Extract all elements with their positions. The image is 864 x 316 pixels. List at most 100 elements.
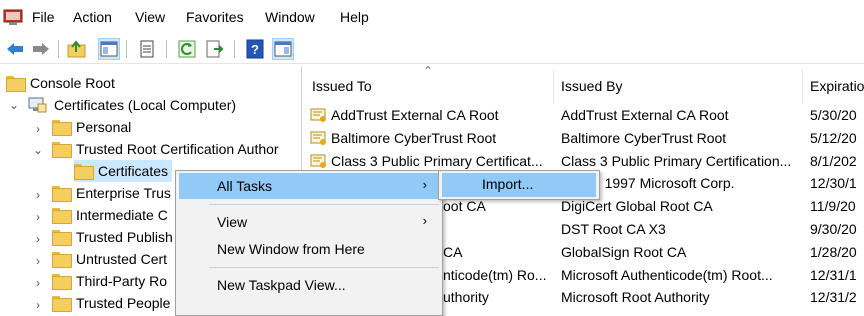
tree-node-certificates-local[interactable]: Certificates (Local Computer) — [28, 94, 236, 116]
svg-text:?: ? — [251, 42, 259, 57]
menu-help[interactable]: Help — [340, 9, 369, 25]
tree-node-label: Intermediate C — [76, 207, 168, 223]
menu-separator — [209, 204, 439, 205]
menu-item-label: View — [217, 214, 248, 230]
chevron-right-icon[interactable]: › — [32, 233, 44, 245]
column-expiration[interactable]: Expiratio — [810, 78, 864, 94]
chevron-down-icon[interactable]: ⌄ — [8, 99, 20, 111]
cell-expiration: 9/30/20 — [810, 221, 857, 237]
column-divider[interactable] — [553, 70, 554, 104]
properties-icon[interactable] — [136, 38, 158, 60]
cell-expiration: 12/31/2 — [810, 289, 857, 306]
menu-item-view[interactable]: View › — [179, 209, 439, 235]
chevron-right-icon: › — [422, 177, 427, 192]
toolbar-separator — [166, 40, 167, 58]
tree-node-enterprise-trust[interactable]: Enterprise Trus — [52, 182, 171, 204]
menu-favorites[interactable]: Favorites — [186, 9, 244, 25]
chevron-right-icon[interactable]: › — [32, 299, 44, 311]
cell-issued-by: Microsoft Authenticode(tm) Root... — [561, 266, 773, 283]
refresh-icon[interactable] — [176, 38, 198, 60]
tree-node-label: Trusted Root Certification Author — [76, 141, 279, 157]
menu-item-label: New Taskpad View... — [217, 277, 346, 293]
cell-expiration: 8/1/202 — [810, 152, 857, 169]
menu-item-new-window[interactable]: New Window from Here — [179, 236, 439, 262]
tree-node-label: Enterprise Trus — [76, 185, 171, 201]
tree-node-personal[interactable]: Personal — [52, 116, 131, 138]
cell-issued-to: uthority — [443, 289, 489, 306]
menu-item-label: All Tasks — [217, 178, 272, 194]
column-issued-by[interactable]: Issued By — [561, 78, 622, 94]
menu-item-new-taskpad[interactable]: New Taskpad View... — [179, 272, 439, 298]
show-hide-tree-icon[interactable] — [98, 38, 120, 60]
action-pane-icon[interactable] — [272, 38, 294, 60]
menu-action[interactable]: Action — [73, 9, 112, 25]
tree-node-label: Certificates — [98, 163, 169, 179]
cell-issued-to: CA — [443, 243, 463, 260]
context-menu: All Tasks › View › New Window from Here … — [175, 170, 443, 316]
column-issued-to[interactable]: Issued To — [312, 78, 372, 94]
tree-node-certificates[interactable]: Certificates — [74, 160, 173, 182]
export-list-icon[interactable] — [204, 38, 226, 60]
mmc-app-icon[interactable] — [3, 7, 23, 27]
chevron-right-icon[interactable]: › — [32, 277, 44, 289]
folder-icon — [6, 76, 26, 92]
toolbar: ? — [0, 34, 864, 64]
certificate-icon — [310, 154, 326, 168]
tree-node-untrusted[interactable]: Untrusted Cert — [52, 248, 167, 270]
tree-node-label: Console Root — [30, 75, 115, 91]
certificate-icon — [310, 108, 326, 122]
folder-icon — [52, 274, 72, 290]
cell-expiration: 1/28/20 — [810, 243, 857, 260]
back-icon[interactable] — [4, 38, 26, 60]
tree-node-label: Certificates (Local Computer) — [54, 97, 237, 113]
chevron-down-icon[interactable]: ⌄ — [32, 144, 44, 156]
list-header: ⌃ Issued To Issued By Expiratio — [303, 66, 864, 106]
toolbar-separator — [126, 40, 127, 58]
menu-item-label: New Window from Here — [217, 241, 365, 257]
toolbar-separator — [58, 40, 59, 58]
folder-icon — [52, 208, 72, 224]
menu-file[interactable]: File — [32, 9, 55, 25]
cell-issued-by: AddTrust External CA Root — [561, 107, 729, 123]
forward-icon[interactable] — [30, 38, 52, 60]
cell-issued-to: Class 3 Public Primary Certificat... — [331, 152, 543, 169]
folder-icon — [52, 252, 72, 268]
cell-issued-by: Class 3 Public Primary Certification... — [561, 152, 792, 169]
cell-expiration: 11/9/20 — [810, 198, 856, 215]
tree-node-intermediate[interactable]: Intermediate C — [52, 204, 168, 226]
tree-node-label: Trusted People — [76, 295, 171, 311]
menu-item-all-tasks[interactable]: All Tasks › — [179, 173, 439, 199]
cell-issued-by: Baltimore CyberTrust Root — [561, 129, 727, 146]
tree-node-label: Untrusted Cert — [76, 251, 168, 267]
menu-separator — [209, 267, 439, 268]
menu-item-import[interactable]: Import... — [442, 173, 596, 197]
chevron-right-icon[interactable]: › — [32, 189, 44, 201]
cell-issued-by: GlobalSign Root CA — [561, 243, 687, 260]
tree-node-label: Third-Party Ro — [76, 273, 168, 289]
tree-node-trusted-people[interactable]: Trusted People — [52, 292, 170, 314]
tree-node-trusted-publishers[interactable]: Trusted Publish — [52, 226, 173, 248]
table-row[interactable]: AddTrust External CA Root AddTrust Extern… — [303, 104, 864, 127]
cell-issued-to: nticode(tm) Ro... — [443, 266, 547, 283]
tree-node-console-root[interactable]: Console Root — [6, 72, 115, 94]
tree-node-third-party[interactable]: Third-Party Ro — [52, 270, 167, 292]
cell-issued-to: Baltimore CyberTrust Root — [331, 129, 497, 146]
toolbar-separator — [234, 40, 235, 58]
chevron-right-icon[interactable]: › — [32, 255, 44, 267]
menu-window[interactable]: Window — [265, 9, 315, 25]
cell-issued-by: DigiCert Global Root CA — [561, 198, 713, 215]
table-row[interactable]: Baltimore CyberTrust Root Baltimore Cyber… — [303, 127, 864, 150]
menu-view[interactable]: View — [135, 9, 165, 25]
all-tasks-submenu: Import... — [438, 170, 600, 200]
column-divider[interactable] — [802, 70, 803, 104]
tree-node-label: Trusted Publish — [76, 229, 173, 245]
chevron-right-icon[interactable]: › — [32, 123, 44, 135]
chevron-right-icon[interactable]: › — [32, 211, 44, 223]
help-icon[interactable]: ? — [244, 38, 266, 60]
cell-issued-by: Microsoft Root Authority — [561, 289, 710, 306]
tree-node-trusted-root[interactable]: Trusted Root Certification Author — [52, 138, 279, 160]
cell-expiration: 12/30/1 — [810, 175, 857, 192]
up-folder-icon[interactable] — [66, 38, 88, 60]
chevron-right-icon: › — [422, 213, 427, 228]
folder-icon — [74, 164, 94, 180]
